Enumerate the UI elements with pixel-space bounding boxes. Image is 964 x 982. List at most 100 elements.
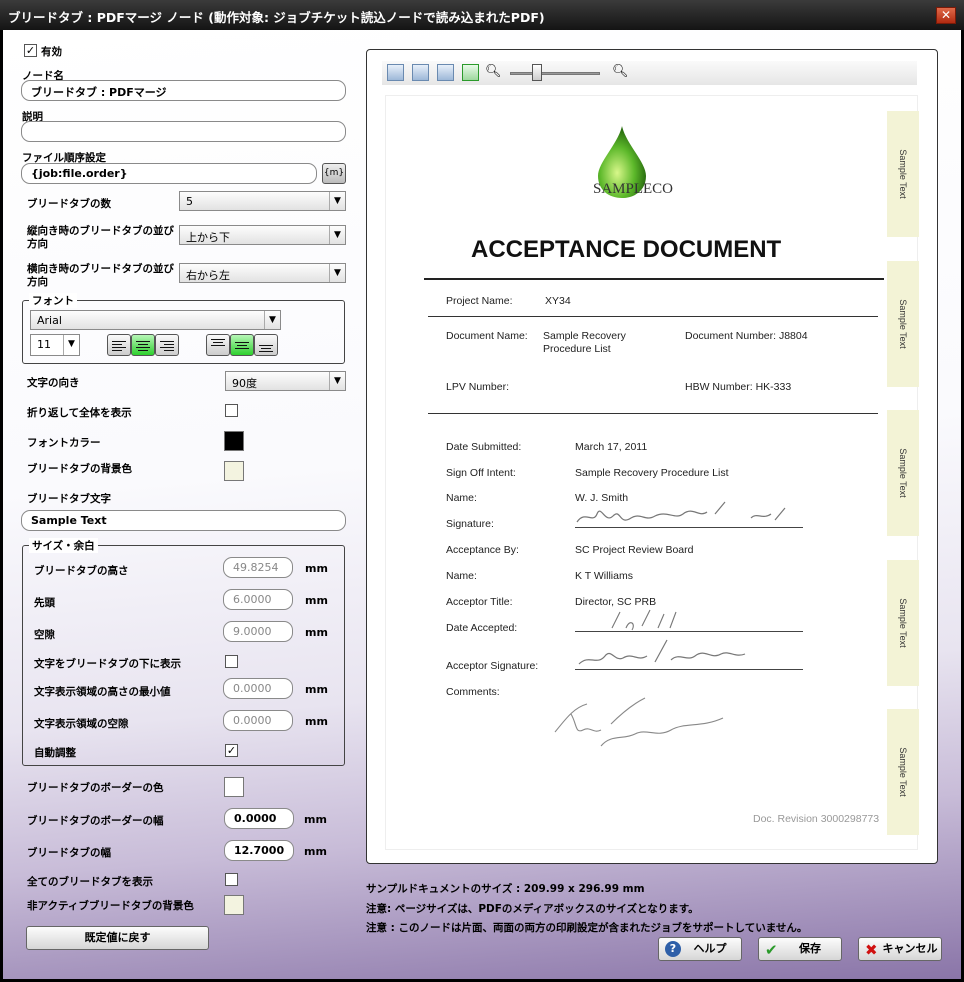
align-middle-icon[interactable]	[230, 334, 254, 356]
company-name: SAMPLECO	[593, 181, 674, 197]
acceptor-title-label: Acceptor Title:	[446, 596, 513, 608]
divider	[424, 278, 884, 280]
inactive-bg-swatch[interactable]	[224, 895, 244, 915]
font-group-title: フォント	[29, 293, 77, 308]
align-left-icon[interactable]	[107, 334, 131, 356]
acceptance-by-label: Acceptance By:	[446, 544, 519, 556]
fit-page-icon[interactable]	[412, 64, 429, 81]
font-color-swatch[interactable]	[224, 431, 244, 451]
fit-width-icon[interactable]	[437, 64, 454, 81]
help-button[interactable]: ? ヘルプ	[658, 937, 742, 961]
unit-label: mm	[305, 594, 328, 607]
name1-label: Name:	[446, 492, 477, 504]
show-all-checkbox[interactable]	[225, 873, 238, 886]
dialog-body: ✓ 有効 ノード名 ブリードタブ : PDFマージ 説明 ファイル順序設定 {j…	[3, 30, 961, 979]
single-page-icon[interactable]	[462, 64, 479, 81]
min-text-height-input[interactable]: 0.0000	[223, 678, 293, 699]
zoom-out-icon[interactable]: 🔍︎	[485, 64, 502, 79]
sign-off-value: Sample Recovery Procedure List	[575, 467, 729, 479]
font-size-select[interactable]: 11 ▼	[30, 334, 80, 356]
unit-label: mm	[304, 813, 327, 826]
chevron-down-icon: ▼	[329, 264, 345, 282]
save-label: 保存	[799, 942, 821, 955]
doc-name-value-1: Sample Recovery	[543, 330, 626, 342]
tab-text-input[interactable]: Sample Text	[21, 510, 346, 531]
cancel-label: キャンセル	[882, 942, 938, 955]
size-group-title: サイズ・余白	[29, 538, 98, 553]
zoom-in-icon[interactable]: 🔍︎	[612, 64, 629, 79]
note-2: 注意 : このノードは片面、両面の両方の印刷設定が含まれたジョブをサポートしてい…	[366, 922, 808, 934]
chevron-down-icon: ▼	[63, 335, 79, 355]
text-gap-label: 文字表示領域の空隙	[34, 718, 129, 730]
gap-input[interactable]: 9.0000	[223, 621, 293, 642]
unit-label: mm	[305, 715, 328, 728]
signature-icon	[576, 501, 786, 523]
portrait-order-select[interactable]: 上から下 ▼	[179, 225, 346, 245]
date-accepted-label: Date Accepted:	[446, 622, 518, 634]
file-order-input[interactable]: {job:file.order}	[21, 163, 317, 184]
note-1: 注意: ページサイズは、PDFのメディアボックスのサイズとなります。	[366, 903, 699, 915]
window-titlebar: ブリードタブ : PDFマージ ノード (動作対象: ジョブチケット読込ノードで…	[0, 0, 964, 30]
cancel-button[interactable]: ✖ キャンセル	[858, 937, 942, 961]
landscape-order-value: 右から左	[186, 269, 230, 282]
chevron-down-icon: ▼	[264, 311, 280, 329]
enabled-checkbox[interactable]: ✓	[24, 44, 37, 57]
align-bottom-icon[interactable]	[254, 334, 278, 356]
tab-count-select[interactable]: 5 ▼	[179, 191, 346, 211]
wrap-checkbox[interactable]	[225, 404, 238, 417]
window-title: ブリードタブ : PDFマージ ノード (動作対象: ジョブチケット読込ノードで…	[8, 10, 545, 25]
border-width-input[interactable]: 0.0000	[224, 808, 294, 829]
tab-bg-swatch[interactable]	[224, 461, 244, 481]
unit-label: mm	[305, 683, 328, 696]
save-button[interactable]: ✔ 保存	[758, 937, 842, 961]
chevron-down-icon: ▼	[329, 192, 345, 210]
align-right-icon[interactable]	[155, 334, 179, 356]
preview-toolbar: 🔍︎ 🔍︎	[382, 61, 917, 85]
project-name-value: XY34	[545, 295, 571, 307]
name2-label: Name:	[446, 570, 477, 582]
description-input[interactable]	[21, 121, 346, 142]
align-top-icon[interactable]	[206, 334, 230, 356]
font-name-select[interactable]: Arial ▼	[30, 310, 281, 330]
text-direction-select[interactable]: 90度 ▼	[225, 371, 346, 391]
unit-label: mm	[305, 626, 328, 639]
doc-name-value-2: Procedure List	[543, 343, 611, 355]
cancel-x-icon: ✖	[865, 941, 878, 959]
portrait-order-label-2: 方向	[27, 238, 48, 250]
bleed-tab-5-text: Sample Text	[898, 747, 908, 797]
zoom-slider-track[interactable]	[510, 72, 600, 75]
bleed-tab-1-text: Sample Text	[898, 149, 908, 199]
bleed-tab-4-text: Sample Text	[898, 598, 908, 648]
align-center-icon[interactable]	[131, 334, 155, 356]
text-gap-input[interactable]: 0.0000	[223, 710, 293, 731]
border-color-label: ブリードタブのボーダーの色	[27, 782, 164, 794]
handwritten-date-icon	[611, 609, 677, 631]
landscape-order-label-2: 方向	[27, 276, 48, 288]
tab-count-value: 5	[186, 195, 193, 208]
project-name-label: Project Name:	[446, 295, 513, 307]
tab-width-label: ブリードタブの幅	[27, 847, 111, 859]
border-color-swatch[interactable]	[224, 777, 244, 797]
font-color-label: フォントカラー	[27, 437, 101, 449]
leading-label: 先頭	[34, 597, 55, 609]
bleed-tab-1: Sample Text	[887, 111, 919, 237]
node-name-input[interactable]: ブリードタブ : PDFマージ	[21, 80, 346, 101]
auto-adjust-checkbox[interactable]: ✓	[225, 744, 238, 757]
zoom-slider-thumb[interactable]	[532, 64, 542, 81]
close-button[interactable]: ✕	[936, 7, 956, 24]
landscape-order-select[interactable]: 右から左 ▼	[179, 263, 346, 283]
hbw-number: HBW Number: HK-333	[685, 381, 792, 393]
tab-bg-label: ブリードタブの背景色	[27, 463, 132, 475]
tab-text-label: ブリードタブ文字	[27, 493, 111, 505]
portrait-order-label-1: 縦向き時のブリードタブの並び	[27, 225, 174, 237]
tab-height-input[interactable]: 49.8254	[223, 557, 293, 578]
tab-width-input[interactable]: 12.7000	[224, 840, 294, 861]
variable-picker-icon[interactable]: {m}	[322, 163, 346, 184]
text-below-checkbox[interactable]	[225, 655, 238, 668]
reset-defaults-button[interactable]: 既定値に戻す	[26, 926, 209, 950]
image-icon[interactable]	[387, 64, 404, 81]
doc-number: Document Number: J8804	[685, 330, 808, 342]
leading-input[interactable]: 6.0000	[223, 589, 293, 610]
doc-title: ACCEPTANCE DOCUMENT	[471, 236, 782, 263]
comments-label: Comments:	[446, 686, 500, 698]
